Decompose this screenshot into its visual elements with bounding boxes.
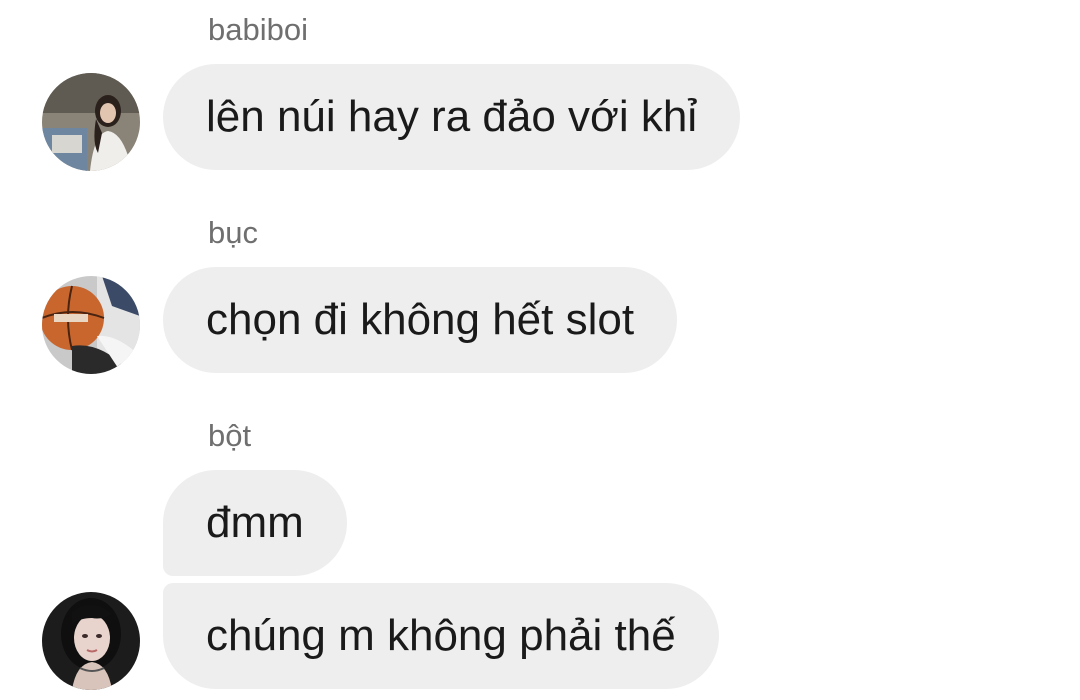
message-text: đmm <box>206 498 304 547</box>
sender-name: bột <box>208 418 252 453</box>
avatar[interactable] <box>42 73 140 171</box>
avatar[interactable] <box>42 276 140 374</box>
message-bubble[interactable]: chúng m không phải thế <box>163 583 719 689</box>
message-text: chúng m không phải thế <box>206 611 676 660</box>
message-bubble[interactable]: đmm <box>163 470 347 576</box>
girl-dark-hair-avatar <box>42 592 140 690</box>
avatar[interactable] <box>42 592 140 690</box>
sender-name: bục <box>208 215 258 250</box>
basketball-photo-avatar <box>42 276 140 374</box>
message-bubble[interactable]: chọn đi không hết slot <box>163 267 678 373</box>
sender-name: babiboi <box>208 12 308 47</box>
girl-photo-avatar <box>42 73 140 171</box>
message-bubble[interactable]: lên núi hay ra đảo với khỉ <box>163 64 741 170</box>
message-text: chọn đi không hết slot <box>206 295 635 344</box>
message-text: lên núi hay ra đảo với khỉ <box>206 92 698 141</box>
